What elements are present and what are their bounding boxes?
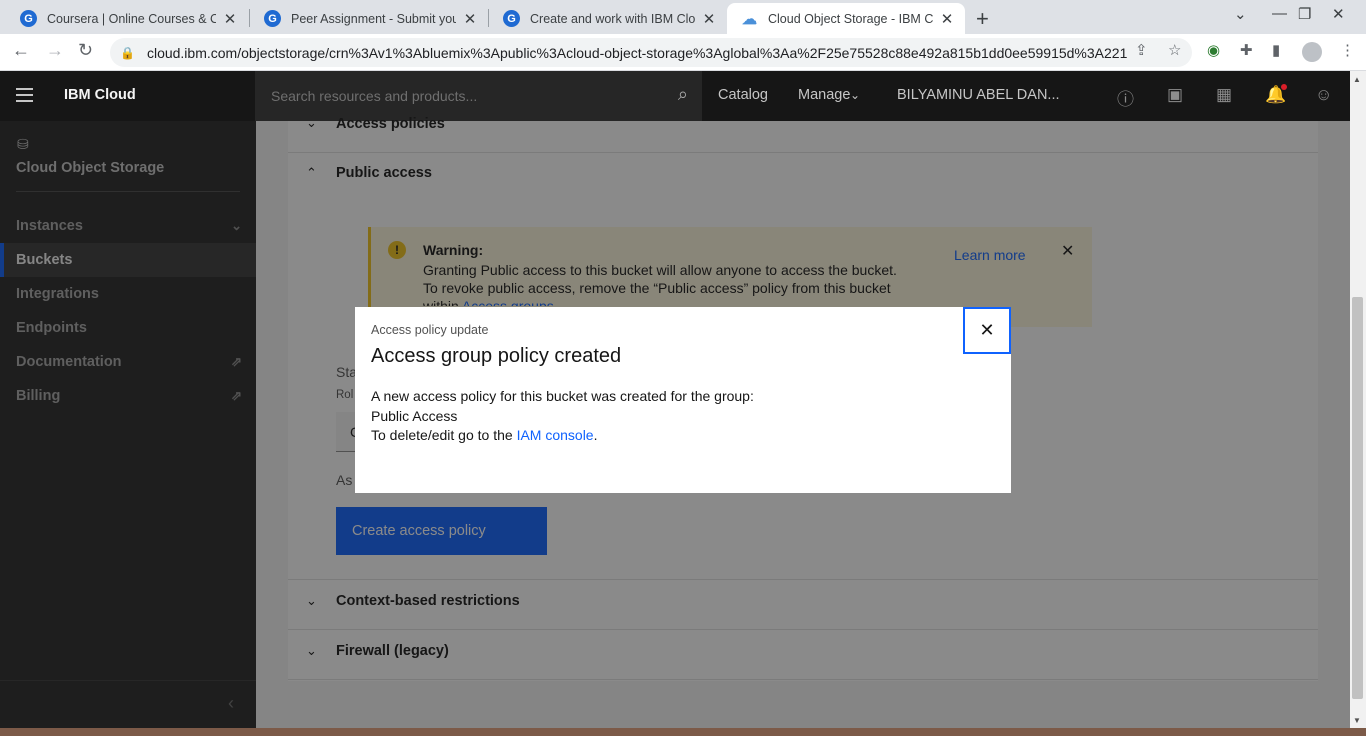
address-bar[interactable]: 🔒 cloud.ibm.com/objectstorage/crn%3Av1%3… <box>110 38 1192 67</box>
policy-created-modal: Access policy update Access group policy… <box>355 307 1011 493</box>
browser-tabstrip: G Coursera | Online Courses & Cred ✕ G P… <box>0 0 1366 34</box>
cloud-favicon-icon: ☁ <box>742 10 757 28</box>
notification-badge <box>1281 84 1287 90</box>
account-switcher[interactable]: BILYAMINU ABEL DAN... <box>897 87 1060 103</box>
modal-title: Access group policy created <box>371 345 622 367</box>
modal-label: Access policy update <box>371 323 489 337</box>
bookmark-star-icon[interactable]: ☆ <box>1168 41 1181 59</box>
modal-body: A new access policy for this bucket was … <box>371 387 754 446</box>
google-favicon-icon: G <box>20 10 37 27</box>
reload-icon[interactable]: ↻ <box>78 40 93 61</box>
scroll-down-icon[interactable]: ▼ <box>1353 716 1361 725</box>
forward-icon[interactable]: → <box>46 40 64 61</box>
minimize-icon[interactable]: — <box>1272 5 1287 22</box>
google-favicon-icon: G <box>503 10 520 27</box>
modal-message: A new access policy for this bucket was … <box>371 388 754 404</box>
close-tab-icon[interactable]: ✕ <box>939 10 955 28</box>
help-icon[interactable]: ⓘ <box>1117 85 1134 110</box>
os-taskbar <box>0 728 1366 736</box>
hamburger-menu-icon[interactable] <box>16 88 33 106</box>
tab-title: Create and work with IBM Cloud <box>530 11 695 26</box>
browser-tab-ibm-docs[interactable]: G Create and work with IBM Cloud ✕ <box>489 3 727 34</box>
user-profile-icon[interactable]: ☺ <box>1315 85 1332 105</box>
catalog-link[interactable]: Catalog <box>718 87 768 103</box>
close-tab-icon[interactable]: ✕ <box>462 10 478 28</box>
cost-estimator-icon[interactable]: ▦ <box>1216 85 1232 105</box>
extension-globe-icon[interactable]: ◉ <box>1207 41 1220 59</box>
ibm-cloud-header: IBM Cloud ⌕ Catalog Manage ⌄ BILYAMINU A… <box>0 71 1366 121</box>
browser-menu-icon[interactable]: ⋮ <box>1340 41 1355 59</box>
cloud-shell-icon[interactable]: ▣ <box>1167 85 1183 105</box>
browser-toolbar: ← → ↻ 🔒 cloud.ibm.com/objectstorage/crn%… <box>0 34 1366 71</box>
modal-group-name: Public Access <box>371 407 458 424</box>
close-window-icon[interactable]: ✕ <box>1332 5 1345 23</box>
profile-avatar[interactable] <box>1302 42 1322 62</box>
lock-icon[interactable]: 🔒 <box>120 46 135 60</box>
modal-instructions-period: . <box>593 427 598 443</box>
close-tab-icon[interactable]: ✕ <box>701 10 717 28</box>
tab-title: Coursera | Online Courses & Cred <box>47 11 216 26</box>
page-scrollbar[interactable]: ▲ ▼ <box>1350 71 1366 736</box>
browser-tab-peer-assignment[interactable]: G Peer Assignment - Submit your w ✕ <box>250 3 488 34</box>
google-favicon-icon: G <box>264 10 281 27</box>
tab-search-icon[interactable]: ⌄ <box>1234 5 1247 23</box>
tab-title: Cloud Object Storage - IBM Clou <box>768 11 933 26</box>
restore-icon[interactable]: ❐ <box>1298 5 1311 23</box>
close-tab-icon[interactable]: ✕ <box>222 10 238 28</box>
scrollbar-thumb[interactable] <box>1352 297 1363 699</box>
new-tab-icon[interactable]: + <box>976 6 989 32</box>
back-icon[interactable]: ← <box>12 40 30 61</box>
modal-instructions-text: To delete/edit go to the <box>371 427 513 443</box>
extensions-puzzle-icon[interactable]: ✚ <box>1240 41 1253 59</box>
close-icon: ✕ <box>979 320 995 340</box>
scroll-up-icon[interactable]: ▲ <box>1353 75 1361 84</box>
manage-menu[interactable]: Manage <box>798 87 850 103</box>
iam-console-link[interactable]: IAM console <box>517 427 594 443</box>
share-icon[interactable]: ⇪ <box>1135 41 1148 59</box>
tab-title: Peer Assignment - Submit your w <box>291 11 456 26</box>
search-bar: ⌕ <box>255 71 702 121</box>
brand-name[interactable]: IBM Cloud <box>64 87 136 103</box>
browser-tab-cloud-object-storage[interactable]: ☁ Cloud Object Storage - IBM Clou ✕ <box>727 3 965 34</box>
url-text: cloud.ibm.com/objectstorage/crn%3Av1%3Ab… <box>146 44 1127 61</box>
search-input[interactable] <box>271 88 651 104</box>
modal-instructions: To delete/edit go to the IAM console. <box>371 426 754 446</box>
side-panel-icon[interactable]: ▮ <box>1272 41 1280 59</box>
chevron-down-icon[interactable]: ⌄ <box>850 88 860 102</box>
modal-close-button[interactable]: ✕ <box>963 307 1011 354</box>
browser-tab-coursera[interactable]: G Coursera | Online Courses & Cred ✕ <box>6 3 248 34</box>
search-icon[interactable]: ⌕ <box>678 84 688 105</box>
